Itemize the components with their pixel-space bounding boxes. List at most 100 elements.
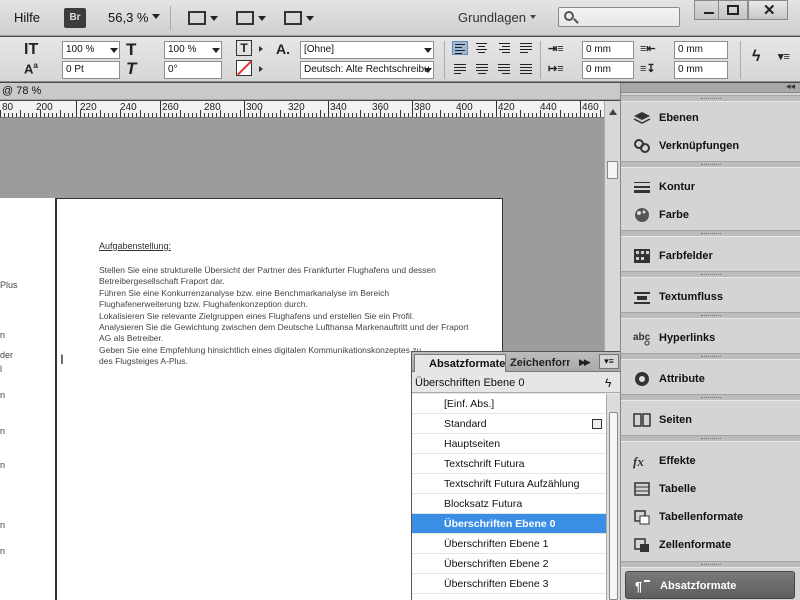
panel-group-grip[interactable] xyxy=(621,561,800,568)
align-towards-spine-button[interactable] xyxy=(518,41,534,55)
dock-item-swatches[interactable]: Farbfelder xyxy=(621,242,800,270)
language-select[interactable]: Deutsch: Alte Rechtschreibu xyxy=(300,61,434,79)
menu-hilfe[interactable]: Hilfe xyxy=(14,10,40,25)
panel-menu-icon[interactable]: ▾≡ xyxy=(778,50,790,63)
text-title[interactable]: Aufgabenstellung: xyxy=(99,241,171,251)
ruler-label: 200 xyxy=(36,102,53,113)
ruler-label: 460 xyxy=(582,102,599,113)
justify-center-button[interactable] xyxy=(474,62,490,76)
close-button[interactable]: ✕ xyxy=(748,0,788,20)
horizontal-ruler[interactable]: 80 200 220 240 260 280 300 320 340 360 380 400 420 44… xyxy=(0,101,604,118)
chevron-right-icon[interactable] xyxy=(259,66,263,72)
style-item[interactable]: Textschrift Futura Aufzählung xyxy=(412,474,606,494)
align-right-button[interactable] xyxy=(496,41,512,55)
color-icon xyxy=(633,207,651,223)
justify-right-button[interactable] xyxy=(496,62,512,76)
style-item-label: Standard xyxy=(444,418,487,430)
style-list-scrollbar[interactable] xyxy=(606,394,620,600)
panel-group-grip[interactable] xyxy=(621,271,800,278)
text-line: Flughafenerweiterung bzw. Flughafenkonze… xyxy=(99,299,308,310)
dock-item-links[interactable]: Verknüpfungen xyxy=(621,132,800,160)
panel-group-grip[interactable] xyxy=(621,394,800,401)
chevron-down-icon[interactable] xyxy=(424,68,432,73)
stroke-none-icon[interactable] xyxy=(236,60,252,76)
scroll-thumb[interactable] xyxy=(609,412,618,600)
maximize-button[interactable] xyxy=(718,0,748,20)
panel-group-grip[interactable] xyxy=(621,353,800,360)
search-field[interactable] xyxy=(558,7,680,27)
expand-panel-icon[interactable]: ▶▶ xyxy=(579,357,591,368)
dock-item-pages[interactable]: Seiten xyxy=(621,406,800,434)
panel-group-grip[interactable] xyxy=(621,435,800,442)
style-item[interactable]: Überschriften Ebene 0 xyxy=(412,514,606,534)
space-after-field[interactable]: 0 mm xyxy=(674,61,728,79)
dock-item-effects[interactable]: fx Effekte xyxy=(621,447,800,475)
text-frame-body[interactable]: Stellen Sie eine strukturelle Übersicht … xyxy=(99,265,469,368)
style-item[interactable]: Textschrift Futura xyxy=(412,454,606,474)
dock-item-attributes[interactable]: Attribute xyxy=(621,365,800,393)
panel-group-grip[interactable] xyxy=(621,230,800,237)
align-left-button[interactable] xyxy=(452,41,468,55)
zoom-dropdown-icon[interactable] xyxy=(152,14,160,19)
dock-item-table-styles[interactable]: Tabellenformate xyxy=(621,503,800,531)
document-tab[interactable]: @ 78 % xyxy=(0,83,620,100)
panel-group-grip[interactable] xyxy=(621,161,800,168)
scroll-up-icon[interactable] xyxy=(609,109,617,115)
panel-group-grip[interactable] xyxy=(621,95,800,102)
panel-group-grip[interactable] xyxy=(621,312,800,319)
text-line: Geben Sie eine Empfehlung hinsichtlich e… xyxy=(99,344,422,355)
dock-item-label: Verknüpfungen xyxy=(659,140,740,152)
ruler-label: 320 xyxy=(288,102,305,113)
quick-apply-icon[interactable]: ϟ xyxy=(605,376,611,390)
style-item[interactable]: Überschriften Ebene 3 xyxy=(412,574,606,594)
dock-item-cell-styles[interactable]: Zellenformate xyxy=(621,531,800,559)
zoom-level[interactable]: 56,3 % xyxy=(108,10,148,25)
skew-field[interactable]: 0° xyxy=(164,61,222,79)
chevron-right-icon[interactable] xyxy=(259,46,263,52)
panel-menu-button[interactable]: ▾≡ xyxy=(599,354,619,369)
style-list[interactable]: [Einf. Abs.] Standard Hauptseiten Textschri… xyxy=(412,394,606,600)
dock-item-text-wrap[interactable]: Textumfluss xyxy=(621,283,800,311)
workspace-dropdown-icon[interactable] xyxy=(530,15,536,19)
text-fragment: der xyxy=(0,350,14,360)
first-line-indent-field[interactable]: 0 mm xyxy=(582,61,634,79)
space-before-field[interactable]: 0 mm xyxy=(674,41,728,59)
collapse-dock-icon[interactable]: ◂◂ xyxy=(786,81,795,92)
chevron-down-icon[interactable] xyxy=(110,48,118,53)
style-item[interactable]: Hauptseiten xyxy=(412,434,606,454)
dock-item-color[interactable]: Farbe xyxy=(621,201,800,229)
links-icon xyxy=(633,138,651,154)
panel-header[interactable]: ◇ Absatzformate Zeichenformate ▶▶ ▾≡ xyxy=(412,352,620,372)
justify-all-button[interactable] xyxy=(518,62,534,76)
chevron-down-icon[interactable] xyxy=(424,48,432,53)
workspace-switcher[interactable]: Grundlagen xyxy=(458,10,526,25)
quick-apply-icon[interactable]: ϟ xyxy=(752,48,760,66)
style-item[interactable]: Überschriften Ebene 2 xyxy=(412,554,606,574)
tab-absatzformate[interactable]: Absatzformate xyxy=(414,354,506,372)
style-item[interactable]: Überschriften Ebene 1 xyxy=(412,534,606,554)
text-line: Analysieren Sie die Gewichtung zwischen … xyxy=(99,322,469,333)
dock-item-hyperlinks[interactable]: abc Hyperlinks xyxy=(621,324,800,352)
scroll-thumb[interactable] xyxy=(607,161,618,179)
dock-item-paragraph-styles[interactable]: ¶ Absatzformate xyxy=(625,571,795,599)
style-item[interactable]: [Einf. Abs.] xyxy=(412,394,606,414)
hyperlinks-icon: abc xyxy=(633,330,651,346)
character-style-select[interactable]: [Ohne] xyxy=(300,41,434,59)
chevron-down-icon[interactable] xyxy=(212,48,220,53)
dock-item-layers[interactable]: Ebenen xyxy=(621,104,800,132)
style-item[interactable]: Blocksatz Futura xyxy=(412,494,606,514)
left-indent-field[interactable]: 0 mm xyxy=(582,41,634,59)
tab-zeichenformate[interactable]: Zeichenformate xyxy=(508,354,570,372)
text-color-icon[interactable]: T xyxy=(236,40,252,56)
left-page[interactable]: Plus n der l n n n n n xyxy=(0,198,56,600)
dock-header[interactable]: ◂◂ xyxy=(621,81,800,93)
table-styles-icon xyxy=(633,509,651,525)
dock-item-table[interactable]: Tabelle xyxy=(621,475,800,503)
dock-item-stroke[interactable]: Kontur xyxy=(621,173,800,201)
baseline-shift-field[interactable]: 0 Pt xyxy=(62,61,120,79)
align-center-button[interactable] xyxy=(474,41,490,55)
left-indent-icon: ⇥≡ xyxy=(548,43,564,55)
justify-left-button[interactable] xyxy=(452,62,468,76)
bridge-button[interactable]: Br xyxy=(64,8,86,28)
style-item[interactable]: Standard xyxy=(412,414,606,434)
